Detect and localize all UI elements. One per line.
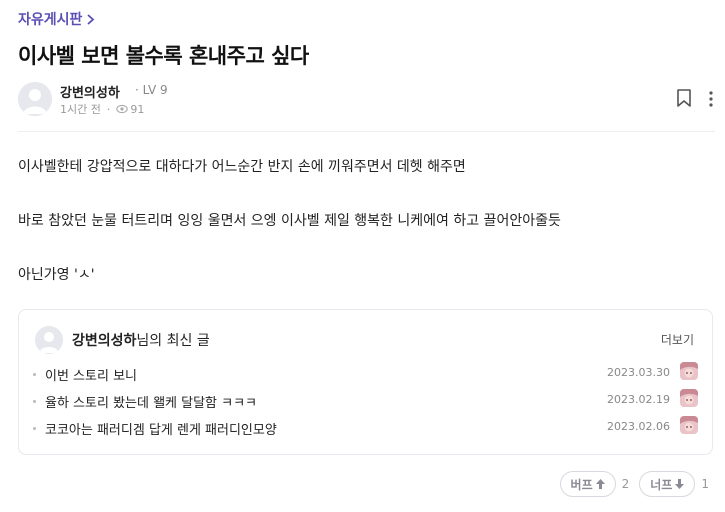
post-paragraph: 바로 참았던 눈물 터트리며 잉잉 울면서 으엥 이사벨 제일 행복한 니케에여… xyxy=(18,213,561,229)
latest-post-title[interactable]: 코코아는 패러디겜 답게 렌게 패러디인모양 xyxy=(45,419,277,438)
author-level: · LV 9 xyxy=(135,83,168,97)
thumbnail-image xyxy=(680,389,698,407)
page-title: 이사벨 보면 볼수록 혼내주고 싶다 xyxy=(18,44,309,68)
post-paragraph: 아닌가영 'ㅅ' xyxy=(18,267,95,283)
post-body: 이사벨한테 강압적으로 대하다가 어느순간 반지 손에 끼워주면서 데헷 해주면… xyxy=(18,157,715,319)
avatar[interactable] xyxy=(18,82,52,116)
bookmark-icon[interactable] xyxy=(675,88,693,108)
author-level-value: LV 9 xyxy=(142,83,168,97)
author-name[interactable]: 강변의성하 xyxy=(60,82,120,101)
buff-label: 버프 xyxy=(570,477,593,492)
nerf-button[interactable]: 너프 xyxy=(639,471,696,497)
post-paragraph: 이사벨한테 강압적으로 대하다가 어느순간 반지 손에 끼워주면서 데헷 해주면 xyxy=(18,159,466,175)
latest-posts-list: 이번 스토리 보니 2023.03.30 율하 스토리 봤는데 왤케 달달함 ㅋ… xyxy=(33,362,698,443)
card-title: 강변의성하님의 최신 글 xyxy=(72,330,210,350)
buff-button[interactable]: 버프 xyxy=(559,471,616,497)
card-title-suffix: 님의 최신 글 xyxy=(136,333,210,349)
thumbnail-image xyxy=(680,362,698,380)
default-avatar-icon xyxy=(35,326,63,354)
breadcrumb[interactable]: 자유게시판 xyxy=(18,9,95,29)
nerf-label: 너프 xyxy=(650,477,673,492)
latest-post-title[interactable]: 율하 스토리 봤는데 왤케 달달함 ㅋㅋㅋ xyxy=(45,392,257,411)
card-author-name[interactable]: 강변의성하 xyxy=(72,333,136,349)
more-link[interactable]: 더보기 xyxy=(661,331,694,348)
author-latest-posts-card: 강변의성하님의 최신 글 더보기 이번 스토리 보니 2023.03.30 율하… xyxy=(18,309,713,455)
divider xyxy=(18,131,715,132)
post-time: 1시간 전 xyxy=(60,103,101,116)
vote-area: 버프 2 너프 1 xyxy=(559,471,713,497)
list-item[interactable]: 율하 스토리 봤는데 왤케 달달함 ㅋㅋㅋ 2023.02.19 xyxy=(33,389,698,416)
more-options-icon[interactable] xyxy=(707,90,715,108)
latest-post-title[interactable]: 이번 스토리 보니 xyxy=(45,365,137,384)
card-avatar[interactable] xyxy=(35,326,63,354)
post-meta: 1시간 전 · 91 xyxy=(60,101,144,117)
chevron-right-icon xyxy=(87,13,95,25)
default-avatar-icon xyxy=(18,82,52,116)
bullet-dot xyxy=(33,400,36,403)
board-name-link[interactable]: 자유게시판 xyxy=(18,9,82,29)
latest-post-date: 2023.02.06 xyxy=(607,420,670,433)
list-item[interactable]: 코코아는 패러디겜 답게 렌게 패러디인모양 2023.02.06 xyxy=(33,416,698,443)
bullet-dot xyxy=(33,427,36,430)
bullet-dot xyxy=(33,373,36,376)
list-item[interactable]: 이번 스토리 보니 2023.03.30 xyxy=(33,362,698,389)
latest-post-date: 2023.02.19 xyxy=(607,393,670,406)
thumbnail-image xyxy=(680,416,698,434)
arrow-up-icon xyxy=(595,479,605,489)
eye-icon xyxy=(116,104,129,114)
buff-count: 2 xyxy=(621,477,630,491)
nerf-count: 1 xyxy=(701,477,709,491)
latest-post-date: 2023.03.30 xyxy=(607,366,670,379)
meta-separator: · xyxy=(106,102,111,116)
author-row: 강변의성하 · LV 9 1시간 전 · 91 xyxy=(18,82,715,118)
view-count-value: 91 xyxy=(130,102,145,116)
arrow-down-icon xyxy=(675,479,685,489)
view-count: 91 xyxy=(116,103,144,116)
